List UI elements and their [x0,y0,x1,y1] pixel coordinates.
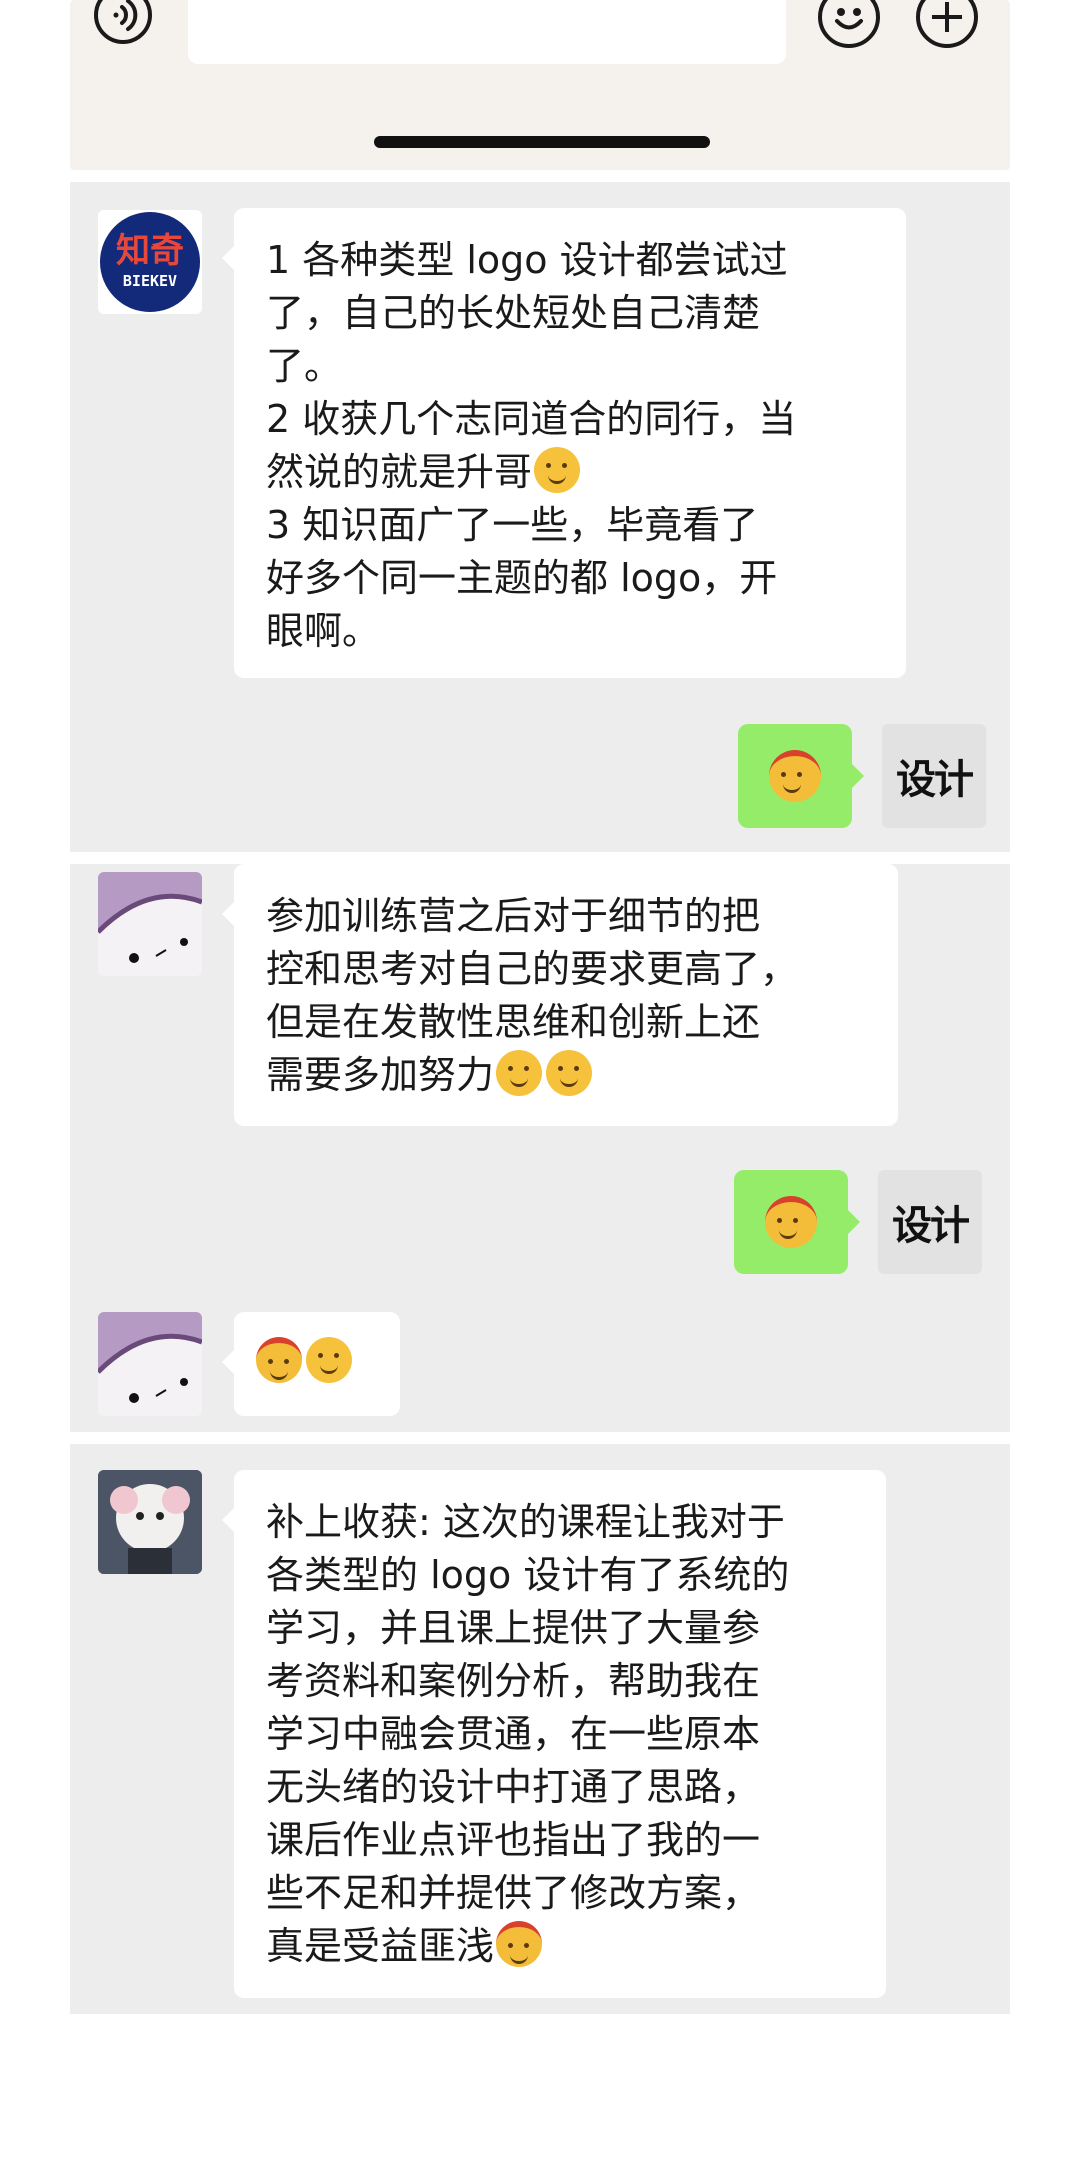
chat-screenshot-collage: 知奇 BIEKEV 1 各种类型 logo 设计都尝试过 了，自己的长处短处自己… [0,0,1080,2176]
chat-block-1: 知奇 BIEKEV 1 各种类型 logo 设计都尝试过 了，自己的长处短处自己… [70,182,1010,852]
svg-text:知奇: 知奇 [116,231,184,271]
message-text: 真是受益匪浅 [266,1924,495,1968]
salute-emoji-icon [769,750,821,802]
message-line: 些不足和并提供了修改方案， [266,1871,761,1915]
salute-emoji-icon [256,1337,302,1383]
avatar-plush[interactable] [98,1470,202,1574]
message-text: 然说的就是升哥 [266,450,533,494]
sticker-message-bubble[interactable] [222,1312,400,1416]
message-line: 1 各种类型 logo 设计都尝试过 [266,238,788,282]
message-text: 需要多加努力 [266,1053,495,1097]
message-line: 学习，并且课上提供了大量参 [266,1606,761,1650]
salute-emoji-icon [496,1921,543,1967]
message-line: 补上收获: 这次的课程让我对于 [266,1500,785,1544]
message-line: 学习中融会贯通，在一些原本 [266,1712,761,1756]
message-bubble[interactable]: 补上收获: 这次的课程让我对于 各类型的 logo 设计有了系统的 学习，并且课… [222,1470,886,1998]
salute-emoji-icon [765,1196,817,1248]
sent-sticker-bubble[interactable] [738,724,864,828]
message-line: 但是在发散性思维和创新上还 [266,1000,761,1044]
message-line-with-emoji: 需要多加努力 [266,1049,870,1102]
message-line: 好多个同一主题的都 logo，开 [266,556,778,600]
message-line: 2 收获几个志同道合的同行，当 [266,397,797,441]
avatar-cartoon[interactable] [98,872,202,976]
avatar-cartoon[interactable] [98,1312,202,1416]
message-line: 了。 [266,344,343,388]
sent-sticker-bubble[interactable] [734,1170,860,1274]
avatar-brand-text: BIEKEV [123,272,177,290]
message-line: 3 知识面广了一些，毕竟看了 [266,503,759,547]
facepalm-emoji-icon [496,1050,543,1096]
message-line: 无头绪的设计中打通了思路， [266,1765,761,1809]
shy-face-emoji-icon [534,447,581,493]
message-line: 了，自己的长处短处自己清楚 [266,291,761,335]
my-avatar[interactable]: 设计 [882,724,986,828]
message-line: 参加训练营之后对于细节的把 [266,894,761,938]
voice-icon[interactable] [94,0,152,44]
message-line: 控和思考对自己的要求更高了， [266,947,799,991]
message-bubble[interactable]: 1 各种类型 logo 设计都尝试过 了，自己的长处短处自己清楚 了。 2 收获… [222,208,906,678]
my-avatar[interactable]: 设计 [878,1170,982,1274]
message-line: 考资料和案例分析，帮助我在 [266,1659,761,1703]
chat-block-3: 补上收获: 这次的课程让我对于 各类型的 logo 设计有了系统的 学习，并且课… [70,1444,1010,2014]
message-line: 各类型的 logo 设计有了系统的 [266,1553,790,1597]
crying-emoji-icon [546,1050,593,1096]
message-input[interactable] [188,0,786,64]
message-bubble[interactable]: 参加训练营之后对于细节的把 控和思考对自己的要求更高了， 但是在发散性思维和创新… [222,864,898,1126]
message-line-with-emoji: 然说的就是升哥 [266,446,878,499]
message-line-with-emoji: 真是受益匪浅 [266,1920,858,1973]
message-line: 课后作业点评也指出了我的一 [266,1818,761,1862]
emoji-icon[interactable] [818,0,880,48]
avatar-biekev[interactable]: 知奇 BIEKEV [98,210,202,314]
home-indicator [374,136,710,148]
smirk-emoji-icon [306,1337,352,1383]
chat-block-2: 参加训练营之后对于细节的把 控和思考对自己的要求更高了， 但是在发散性思维和创新… [70,864,1010,1432]
message-line: 眼啊。 [266,609,381,653]
plus-icon[interactable] [916,0,978,48]
chat-input-bar [70,0,1010,170]
